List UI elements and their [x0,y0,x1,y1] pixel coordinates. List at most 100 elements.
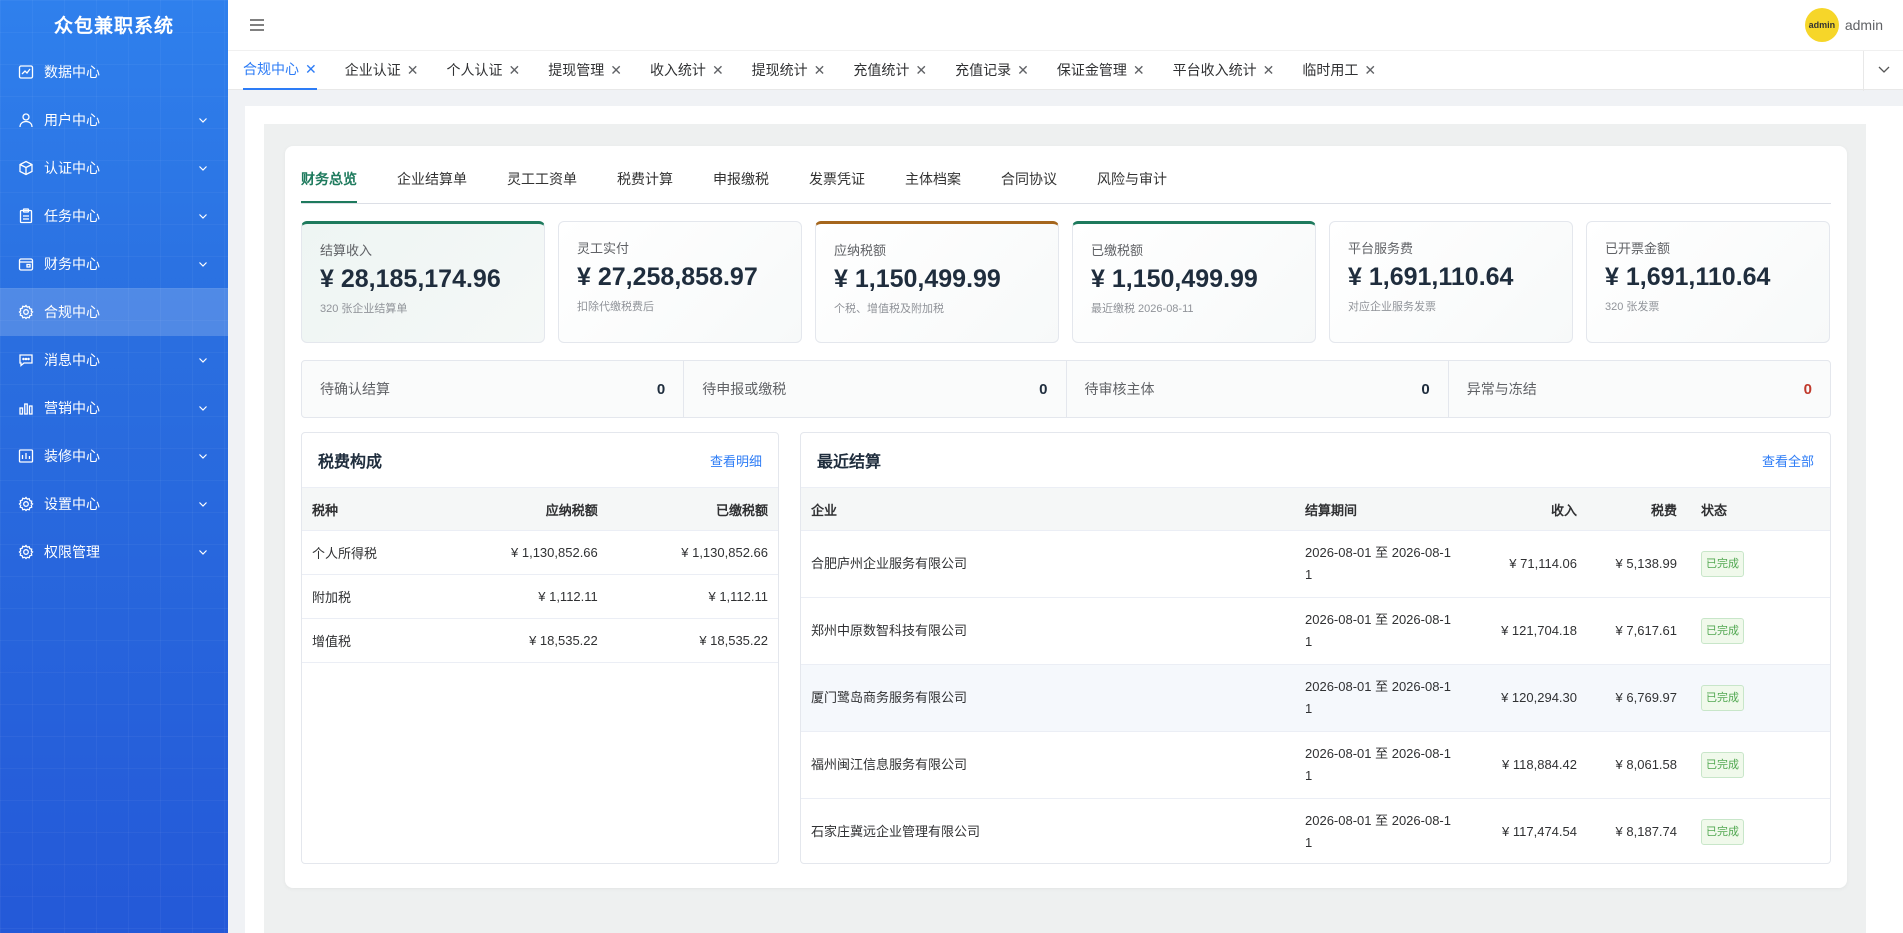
tag-deposit-manage[interactable]: 保证金管理 ✕ [1057,50,1145,90]
sidebar-item-data-center[interactable]: 数据中心 [0,48,228,96]
status-cell: 已完成 [1687,597,1830,665]
close-icon[interactable]: ✕ [1133,62,1145,79]
stat-sub: 对应企业服务发票 [1348,301,1436,313]
stat-sub: 320 张企业结算单 [320,303,408,315]
stat-label: 已缴税额 [1091,243,1144,258]
sidebar-item-settings-center[interactable]: 设置中心 [0,480,228,528]
stat-value: ¥ 1,150,499.99 [1091,265,1258,293]
pending-confirm-settlement[interactable]: 待确认结算 0 [302,361,685,417]
stat-value: ¥ 28,185,174.96 [320,265,501,293]
close-icon[interactable]: ✕ [610,62,622,79]
table-row[interactable]: 石家庄冀远企业管理有限公司 2026-08-01 至 2026-08-1 1 ¥ … [801,799,1830,866]
tab-worker-payroll[interactable]: 灵工工资单 [507,169,577,203]
hamburger-icon[interactable] [248,16,266,34]
close-icon[interactable]: ✕ [712,62,724,79]
company-name: 合肥庐州企业服务有限公司 [801,530,1295,598]
stat-card-settlement-income: 结算收入 ¥ 28,185,174.96 320 张企业结算单 [301,221,545,343]
tag-label: 提现管理 [548,62,605,78]
sidebar-item-compliance-center[interactable]: 合规中心 [0,288,228,336]
table-row[interactable]: 厦门鹭岛商务服务有限公司 2026-08-01 至 2026-08-1 1 ¥ 1… [801,664,1830,732]
tag-label: 合规中心 [243,61,299,77]
sidebar-item-decoration-center[interactable]: 装修中心 [0,432,228,480]
tag-compliance-center[interactable]: 合规中心 ✕ [243,50,317,90]
sidebar-item-marketing-center[interactable]: 营销中心 [0,384,228,432]
sidebar-item-message-center[interactable]: 消息中心 [0,336,228,384]
income: ¥ 118,884.42 [1472,731,1587,799]
pending-summary: 待确认结算 0 待申报或缴税 0 待审核主体 0 异常与冻结 0 [301,360,1831,418]
tag-label: 收入统计 [649,62,706,78]
tax-due: ¥ 1,112.11 [437,574,608,619]
tag-recharge-stats[interactable]: 充值统计 ✕ [853,50,927,90]
close-icon[interactable]: ✕ [1017,62,1029,79]
table-row: 个人所得税 ¥ 1,130,852.66 ¥ 1,130,852.66 [302,530,778,575]
view-details-link[interactable]: 查看明细 [710,451,762,470]
user-menu[interactable]: admin admin [1804,8,1883,42]
tag-income-stats[interactable]: 收入统计 ✕ [650,50,724,90]
close-icon[interactable]: ✕ [915,62,927,79]
pending-count: 0 [656,380,666,398]
sidebar-item-label: 认证中心 [44,160,100,176]
pending-count: 0 [1803,380,1812,398]
close-icon[interactable]: ✕ [407,62,419,79]
table-row[interactable]: 合肥庐州企业服务有限公司 2026-08-01 至 2026-08-1 1 ¥ 7… [801,530,1830,598]
tab-tax-filing[interactable]: 申报缴税 [713,169,769,203]
tab-entity-archive[interactable]: 主体档案 [905,169,961,203]
sidebar-item-label: 装修中心 [44,448,100,464]
stat-card-tax-due: 应纳税额 ¥ 1,150,499.99 个税、增值税及附加税 [815,221,1059,343]
tab-finance-overview[interactable]: 财务总览 [301,169,357,203]
company-name: 郑州中原数智科技有限公司 [801,597,1295,665]
table-row[interactable]: 福州闽江信息服务有限公司 2026-08-01 至 2026-08-1 1 ¥ 1… [801,731,1830,799]
tab-risk-audit[interactable]: 风险与审计 [1097,169,1167,203]
pending-abnormal-frozen[interactable]: 异常与冻结 0 [1449,361,1830,417]
tag-platform-income[interactable]: 平台收入统计 ✕ [1173,50,1275,90]
sidebar-item-label: 用户中心 [44,112,100,128]
status-badge: 已完成 [1701,752,1744,778]
view-all-link[interactable]: 查看全部 [1762,451,1814,470]
sidebar-item-auth-center[interactable]: 认证中心 [0,144,228,192]
tag-label: 企业认证 [344,62,401,78]
tag-personal-auth[interactable]: 个人认证 ✕ [446,50,520,90]
tab-enterprise-settlement[interactable]: 企业结算单 [397,169,467,203]
close-icon[interactable]: ✕ [1364,62,1376,79]
tag-recharge-records[interactable]: 充值记录 ✕ [955,50,1029,90]
sidebar-item-permission-management[interactable]: 权限管理 [0,528,228,576]
bar-chart-icon [18,400,34,416]
pending-entity-review[interactable]: 待审核主体 0 [1067,361,1449,417]
sidebar-item-label: 财务中心 [44,256,100,272]
avatar[interactable]: admin [1804,8,1839,42]
tag-enterprise-auth[interactable]: 企业认证 ✕ [345,50,419,90]
settlement-period: 2026-08-01 至 2026-08-1 1 [1295,597,1472,665]
tag-withdraw-manage[interactable]: 提现管理 ✕ [548,50,622,90]
tax-amount: ¥ 8,187.74 [1615,824,1677,840]
close-icon[interactable]: ✕ [1263,62,1275,79]
income: ¥ 121,704.18 [1472,597,1587,665]
tab-contract-agreements[interactable]: 合同协议 [1001,169,1057,203]
table-row[interactable]: 郑州中原数智科技有限公司 2026-08-01 至 2026-08-1 1 ¥ 1… [801,597,1830,665]
status-badge: 已完成 [1701,819,1744,846]
table-row: 增值税 ¥ 18,535.22 ¥ 18,535.22 [302,618,778,663]
company-name: 厦门鹭岛商务服务有限公司 [801,664,1295,732]
close-icon[interactable]: ✕ [508,62,520,79]
column-header: 状态 [1687,487,1830,531]
period-line: 1 [1305,567,1313,582]
tab-invoice-vouchers[interactable]: 发票凭证 [809,169,865,203]
sidebar-item-finance-center[interactable]: 财务中心 [0,240,228,288]
close-icon[interactable]: ✕ [814,62,826,79]
period-line: 1 [1305,701,1313,716]
tag-withdraw-stats[interactable]: 提现统计 ✕ [752,50,826,90]
tag-label: 充值统计 [853,62,910,78]
close-icon[interactable]: ✕ [305,61,317,78]
pending-tax-filing[interactable]: 待申报或缴税 0 [684,361,1067,417]
tab-tax-calculation[interactable]: 税费计算 [617,169,673,203]
tag-label: 保证金管理 [1056,62,1127,78]
tax-due: ¥ 18,535.22 [437,618,608,663]
wallet-icon [18,256,34,272]
user-name[interactable]: admin [1845,17,1883,33]
tax-type: 个人所得税 [302,530,438,575]
tag-temp-employment[interactable]: 临时用工 ✕ [1302,50,1376,90]
period-line: 1 [1305,835,1313,851]
chevron-down-icon [198,163,208,173]
sidebar-item-user-center[interactable]: 用户中心 [0,96,228,144]
sidebar-item-task-center[interactable]: 任务中心 [0,192,228,240]
tags-more-button[interactable] [1863,51,1903,91]
